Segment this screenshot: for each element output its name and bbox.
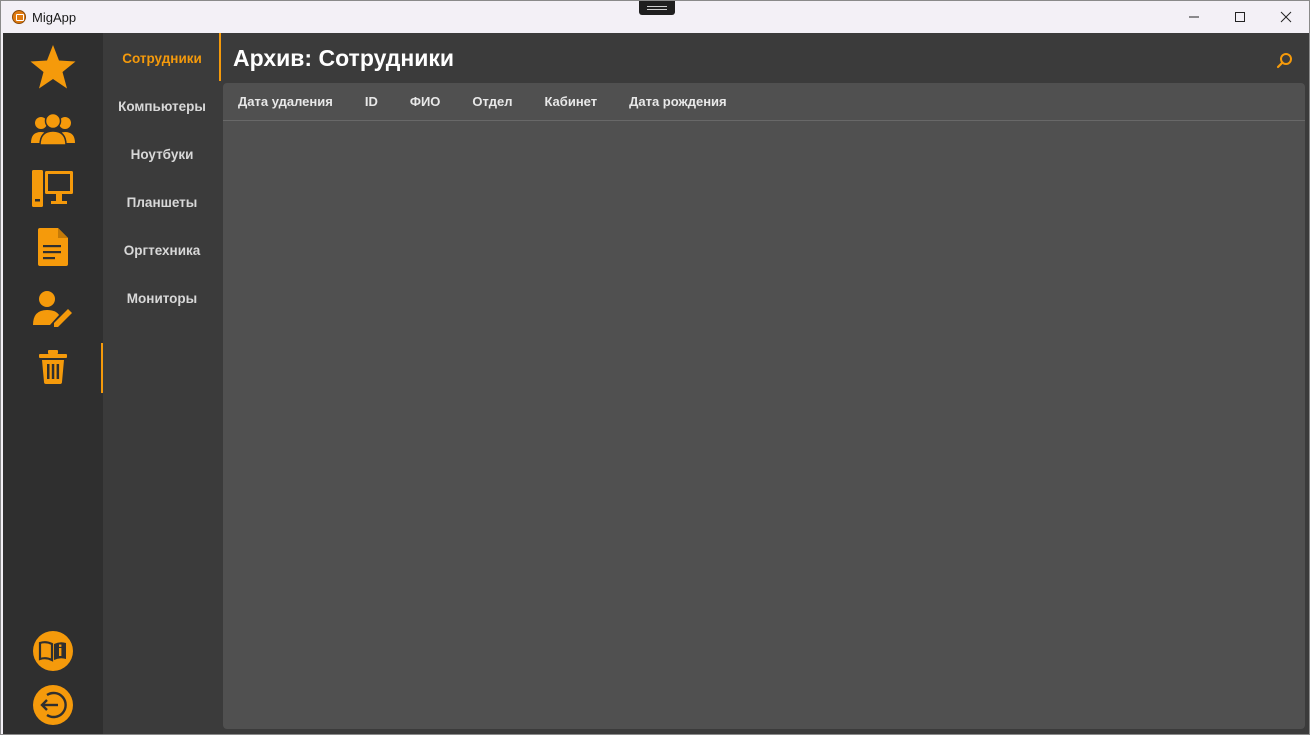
- book-info-icon: [33, 631, 73, 671]
- app-logo-icon: [12, 10, 26, 24]
- minimize-icon: [1189, 16, 1199, 18]
- archive-table: Дата удаления ID ФИО Отдел Кабинет Дата …: [223, 83, 1305, 729]
- computer-icon: [32, 170, 73, 207]
- app-window: MigApp Сотрудники Компьютеры Ноутбуки Пл…: [0, 0, 1310, 735]
- icon-rail: [3, 33, 103, 734]
- nav-item-tablets[interactable]: Планшеты: [103, 178, 221, 226]
- nav-item-office-equipment[interactable]: Оргтехника: [103, 226, 221, 274]
- maximize-icon: [1235, 12, 1245, 22]
- category-nav: Сотрудники Компьютеры Ноутбуки Планшеты …: [103, 33, 221, 734]
- rail-item-archive[interactable]: [3, 339, 103, 395]
- app-client-area: Сотрудники Компьютеры Ноутбуки Планшеты …: [3, 33, 1309, 734]
- window-title: MigApp: [32, 9, 77, 25]
- maximize-button[interactable]: [1217, 1, 1263, 33]
- user-edit-icon: [33, 291, 72, 327]
- snap-layout-handle[interactable]: [639, 1, 675, 15]
- title-bar[interactable]: MigApp: [1, 1, 1309, 33]
- column-header-id[interactable]: ID: [365, 94, 378, 109]
- rail-item-user-edit[interactable]: [3, 281, 103, 337]
- column-header-department[interactable]: Отдел: [472, 94, 512, 109]
- column-header-full-name[interactable]: ФИО: [410, 94, 441, 109]
- nav-item-computers[interactable]: Компьютеры: [103, 82, 221, 130]
- minimize-button[interactable]: [1171, 1, 1217, 33]
- rail-item-employees[interactable]: [3, 101, 103, 157]
- search-icon: [1276, 53, 1292, 69]
- document-icon: [38, 228, 68, 266]
- trash-icon: [39, 350, 67, 384]
- page-title: Архив: Сотрудники: [233, 45, 455, 71]
- rail-item-documents[interactable]: [3, 219, 103, 275]
- close-button[interactable]: [1263, 1, 1309, 33]
- table-header: Дата удаления ID ФИО Отдел Кабинет Дата …: [223, 83, 1305, 121]
- column-header-birth-date[interactable]: Дата рождения: [629, 94, 727, 109]
- rail-item-logout[interactable]: [3, 677, 103, 733]
- nav-item-monitors[interactable]: Мониторы: [103, 274, 221, 322]
- nav-item-laptops[interactable]: Ноутбуки: [103, 130, 221, 178]
- window-controls: [1171, 1, 1309, 33]
- column-header-deleted-date[interactable]: Дата удаления: [238, 94, 333, 109]
- rail-item-favorites[interactable]: [3, 39, 103, 95]
- search-button[interactable]: [1275, 51, 1295, 71]
- main-content: Архив: Сотрудники Дата удаления ID ФИО О…: [221, 33, 1309, 734]
- logout-icon: [33, 685, 73, 725]
- column-header-office[interactable]: Кабинет: [544, 94, 597, 109]
- users-icon: [31, 112, 75, 146]
- rail-item-help[interactable]: [3, 623, 103, 679]
- star-icon: [30, 45, 76, 89]
- nav-item-employees[interactable]: Сотрудники: [103, 34, 221, 82]
- close-icon: [1280, 11, 1292, 23]
- rail-item-devices[interactable]: [3, 161, 103, 217]
